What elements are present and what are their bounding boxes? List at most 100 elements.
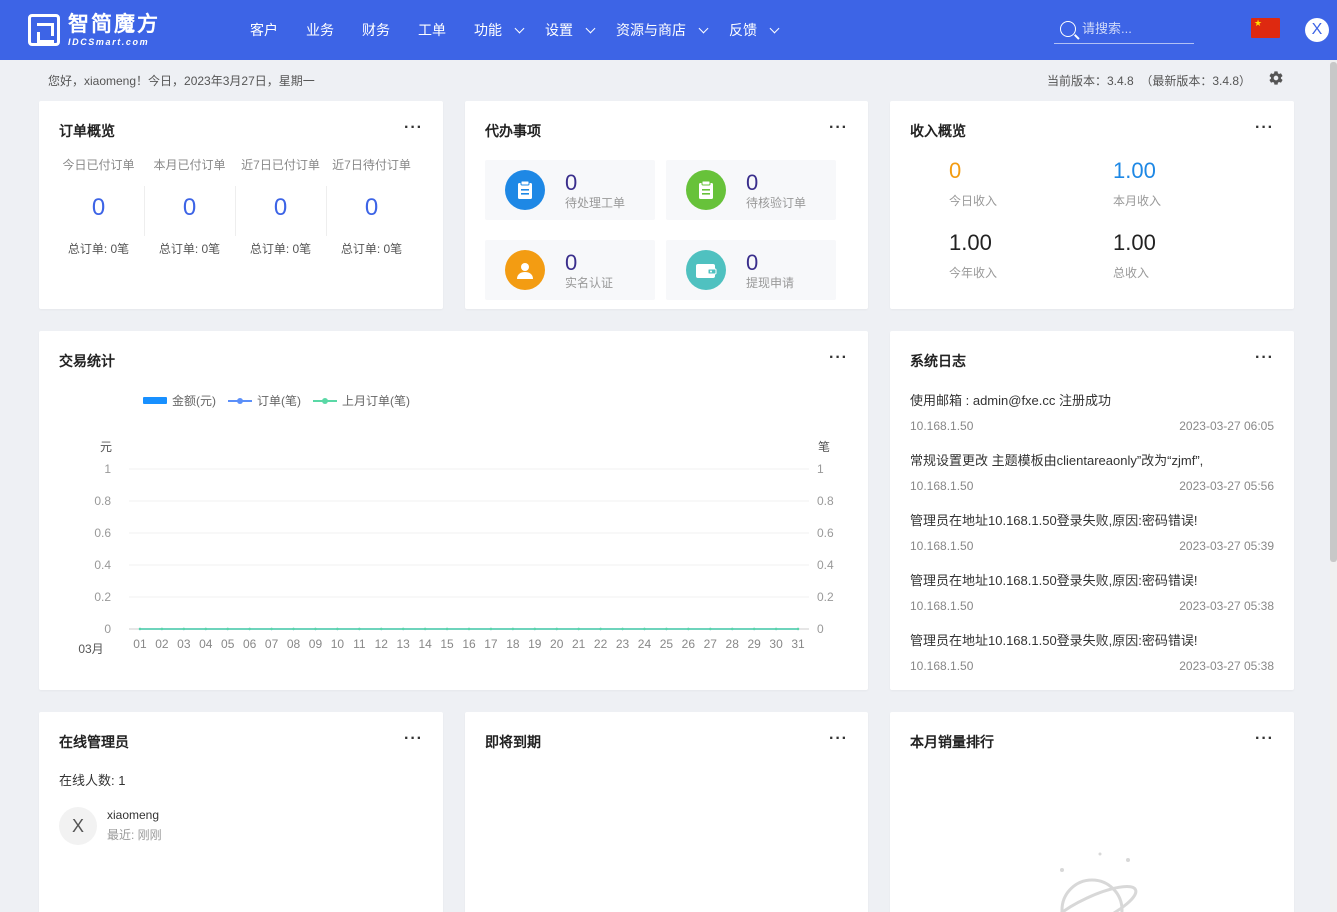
line-point[interactable] — [380, 627, 383, 631]
line-point[interactable] — [226, 627, 229, 631]
income-stat: 1.00 总收入 — [1113, 230, 1156, 281]
order-stat-value[interactable]: 0 — [53, 194, 144, 224]
line-point[interactable] — [687, 627, 690, 631]
nav-item-label: 设置 — [545, 22, 573, 38]
admin-last-seen: 最近: 刚刚 — [107, 828, 162, 842]
line-point[interactable] — [511, 627, 515, 631]
x-tick: 31 — [791, 637, 805, 651]
expiring-card: 即将到期 ··· — [465, 712, 868, 912]
logo[interactable]: 智简魔方 IDCSmart.com — [28, 12, 160, 48]
line-point[interactable] — [796, 627, 800, 631]
more-icon[interactable]: ··· — [1255, 119, 1274, 137]
order-stat-value[interactable]: 0 — [235, 194, 326, 224]
log-time: 2023-03-27 05:56 — [1179, 479, 1274, 493]
line-point[interactable] — [270, 627, 273, 631]
y-tick-right: 0.8 — [817, 494, 834, 508]
chevron-down-icon — [585, 23, 596, 33]
line-point[interactable] — [774, 627, 778, 631]
nav-item[interactable]: 业务 — [292, 0, 348, 60]
todo-item[interactable]: 0 待核验订单 — [666, 160, 836, 220]
x-tick: 22 — [594, 637, 608, 651]
card-title: 本月销量排行 — [910, 734, 994, 750]
search-box[interactable] — [1054, 14, 1194, 44]
line-point[interactable] — [555, 627, 558, 631]
nav-item[interactable]: 资源与商店 — [602, 0, 715, 60]
user-avatar[interactable]: X — [1305, 18, 1329, 42]
more-icon[interactable]: ··· — [404, 119, 423, 137]
china-flag-icon[interactable]: ★ — [1251, 18, 1280, 38]
line-point[interactable] — [467, 627, 471, 631]
line-point[interactable] — [204, 627, 207, 631]
y-axis-label-right: 笔 — [818, 439, 830, 454]
line-point[interactable] — [731, 627, 734, 631]
line-point[interactable] — [665, 627, 668, 631]
line-point[interactable] — [577, 627, 580, 631]
x-tick: 24 — [638, 637, 652, 651]
scrollbar-thumb[interactable] — [1330, 62, 1337, 562]
line-point[interactable] — [292, 627, 295, 631]
line-point[interactable] — [533, 627, 537, 631]
line-point[interactable] — [358, 627, 361, 631]
line-point[interactable] — [445, 627, 449, 631]
empty-state-planet-icon — [1046, 852, 1138, 912]
nav-item-label: 工单 — [418, 22, 446, 38]
x-tick: 13 — [397, 637, 411, 651]
y-tick-left: 0.8 — [94, 494, 111, 508]
line-point[interactable] — [138, 627, 142, 631]
line-point[interactable] — [599, 627, 602, 631]
y-tick-right: 0.4 — [817, 558, 834, 572]
sales-ranking-card: 本月销量排行 ··· — [890, 712, 1294, 912]
x-tick: 19 — [528, 637, 542, 651]
line-point[interactable] — [621, 627, 624, 631]
search-input[interactable] — [1082, 21, 1182, 36]
line-point[interactable] — [489, 627, 493, 631]
more-icon[interactable]: ··· — [404, 730, 423, 748]
x-tick: 27 — [704, 637, 718, 651]
line-point[interactable] — [314, 627, 317, 631]
x-tick: 15 — [440, 637, 454, 651]
nav-item[interactable]: 工单 — [404, 0, 460, 60]
more-icon[interactable]: ··· — [1255, 730, 1274, 748]
x-tick: 10 — [331, 637, 345, 651]
log-entry: 管理员在地址10.168.1.50登录失败,原因:密码错误! 10.168.1.5… — [910, 630, 1274, 673]
system-log-card: 系统日志 ··· 使用邮箱 : admin@fxe.cc 注册成功 10.168.… — [890, 331, 1294, 690]
line-point[interactable] — [160, 627, 164, 631]
order-stat-value[interactable]: 0 — [144, 194, 235, 224]
x-tick: 30 — [769, 637, 783, 651]
line-point[interactable] — [643, 627, 646, 631]
x-tick: 26 — [682, 637, 696, 651]
more-icon[interactable]: ··· — [1255, 349, 1274, 367]
nav-item[interactable]: 反馈 — [715, 0, 786, 60]
nav-item[interactable]: 客户 — [236, 0, 292, 60]
nav-item[interactable]: 设置 — [531, 0, 602, 60]
todo-item[interactable]: 0 待处理工单 — [485, 160, 655, 220]
todo-item[interactable]: 0 实名认证 — [485, 240, 655, 300]
order-stat-value[interactable]: 0 — [326, 194, 417, 224]
nav-item-label: 功能 — [474, 22, 502, 38]
order-stat-total: 总订单: 0笔 — [67, 242, 130, 256]
line-point[interactable] — [401, 627, 405, 631]
log-time: 2023-03-27 06:05 — [1179, 419, 1274, 433]
income-value: 1.00 — [1113, 230, 1156, 255]
line-point[interactable] — [752, 627, 756, 631]
search-icon[interactable] — [1060, 20, 1076, 37]
todo-count: 0 — [746, 170, 759, 195]
x-tick: 28 — [726, 637, 740, 651]
y-tick-right: 1 — [817, 462, 824, 476]
gear-icon[interactable] — [1268, 70, 1284, 86]
more-icon[interactable]: ··· — [829, 119, 848, 137]
order-stat-label: 近7日待付订单 — [332, 158, 411, 172]
order-stat-total: 总订单: 0笔 — [340, 242, 403, 256]
line-point[interactable] — [423, 627, 427, 631]
todo-item[interactable]: 0 提现申请 — [666, 240, 836, 300]
more-icon[interactable]: ··· — [829, 730, 848, 748]
line-point[interactable] — [182, 627, 186, 631]
log-ip: 10.168.1.50 — [910, 599, 974, 613]
line-point[interactable] — [336, 627, 339, 631]
nav-item[interactable]: 功能 — [460, 0, 531, 60]
nav-item-label: 财务 — [362, 22, 390, 38]
x-tick: 12 — [375, 637, 389, 651]
line-point[interactable] — [709, 627, 712, 631]
nav-item[interactable]: 财务 — [348, 0, 404, 60]
line-point[interactable] — [248, 627, 251, 631]
